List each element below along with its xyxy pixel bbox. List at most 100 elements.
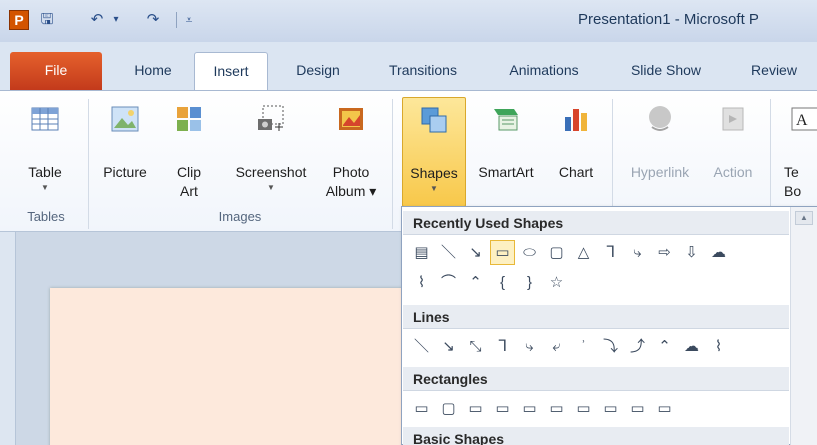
smartart-button[interactable]: SmartArt <box>470 97 542 205</box>
lines-shapes-row: ＼ ↘ ⤡ ᒣ ⤷ ⤶ ʾ ⤵ ⤴ ⌃ ☁ ⌇ <box>410 335 730 359</box>
photo-album-label: Photo <box>332 164 370 180</box>
tab-slide-show[interactable]: Slide Show <box>616 52 716 91</box>
shape-item[interactable]: ▭ <box>572 397 595 420</box>
group-separator <box>392 99 393 229</box>
title-bar: P 🖫 ↶ ▾ ↷ ⩡ Presentation1 - Microsoft P <box>0 0 817 42</box>
shape-item[interactable]: ▭ <box>545 397 568 420</box>
action-button[interactable]: Action <box>704 97 762 205</box>
shapes-button[interactable]: Shapes ▼ <box>402 97 466 207</box>
clip-art-icon <box>177 107 201 131</box>
shape-item[interactable]: } <box>518 271 541 294</box>
shape-item[interactable]: ⇨ <box>653 241 676 264</box>
shape-item[interactable]: ▢ <box>545 241 568 264</box>
table-button[interactable]: Table ▼ <box>14 97 76 205</box>
shape-item[interactable]: ▭ <box>626 397 649 420</box>
chart-icon <box>565 109 587 131</box>
gallery-scrollbar[interactable]: ▲ <box>790 207 817 445</box>
shape-item[interactable]: ↘ <box>437 335 460 358</box>
shape-item[interactable]: ▭ <box>491 397 514 420</box>
shape-item[interactable]: ⤵ <box>599 335 622 358</box>
redo-icon[interactable]: ↷ <box>144 11 162 29</box>
shape-item[interactable]: ⤴ <box>626 335 649 358</box>
shape-item[interactable]: ☆ <box>545 271 568 294</box>
photo-album-button[interactable]: Photo Album ▾ <box>318 97 384 205</box>
shape-item[interactable]: { <box>491 271 514 294</box>
svg-text:A: A <box>796 112 808 129</box>
undo-dropdown-icon[interactable]: ▾ <box>107 11 125 29</box>
text-box-button[interactable]: A Te Bo <box>776 97 817 205</box>
shape-item[interactable]: ᒣ <box>599 241 622 264</box>
shape-item[interactable]: ☁ <box>707 241 730 264</box>
text-box-icon: A <box>791 107 817 131</box>
shapes-label: Shapes <box>410 165 458 181</box>
screenshot-label: Screenshot <box>235 164 307 180</box>
slides-pane <box>0 232 16 445</box>
shape-item[interactable]: ☁ <box>680 335 703 358</box>
tab-insert[interactable]: Insert <box>194 52 268 92</box>
tab-transitions[interactable]: Transitions <box>374 52 472 91</box>
chart-label: Chart <box>558 164 594 180</box>
shape-item[interactable]: ⌒ <box>437 271 460 294</box>
section-header-rectangles: Rectangles <box>403 367 789 391</box>
shape-item[interactable]: ⤡ <box>464 335 487 358</box>
chevron-down-icon: ▼ <box>41 183 49 192</box>
shape-item[interactable]: ⌇ <box>410 271 433 294</box>
picture-button[interactable]: Picture <box>94 97 156 205</box>
smartart-icon <box>494 109 518 131</box>
section-header-recent: Recently Used Shapes <box>403 211 789 235</box>
shape-item[interactable]: ⌃ <box>464 271 487 294</box>
shape-item[interactable]: ⬭ <box>518 241 541 264</box>
shape-item[interactable]: ⌃ <box>653 335 676 358</box>
shape-item[interactable]: △ <box>572 241 595 264</box>
chevron-down-icon: ▼ <box>430 184 438 193</box>
shape-item[interactable]: ＼ <box>437 241 460 264</box>
recent-shapes-row-1: ▤ ＼ ↘ ▭ ⬭ ▢ △ ᒣ ⤷ ⇨ ⇩ ☁ <box>410 240 730 265</box>
screenshot-button[interactable]: Screenshot ▼ <box>226 97 316 205</box>
shape-item[interactable]: ⤷ <box>518 335 541 358</box>
powerpoint-app-icon[interactable]: P <box>9 10 29 30</box>
shape-item[interactable]: ⌇ <box>707 335 730 358</box>
save-icon[interactable]: 🖫 <box>38 11 56 29</box>
tab-file[interactable]: File <box>10 52 102 91</box>
shape-item[interactable]: ▭ <box>653 397 676 420</box>
scroll-up-arrow-icon[interactable]: ▲ <box>795 211 813 225</box>
chart-button[interactable]: Chart <box>546 97 606 205</box>
clip-art-label: Clip <box>176 164 202 180</box>
shape-item[interactable]: ʾ <box>572 335 595 358</box>
undo-icon[interactable]: ↶ <box>88 11 106 29</box>
picture-icon <box>111 106 139 132</box>
shape-item[interactable]: ᒣ <box>491 335 514 358</box>
section-header-lines: Lines <box>403 305 789 329</box>
shape-item[interactable]: ⤶ <box>545 335 568 358</box>
tab-design[interactable]: Design <box>280 52 356 91</box>
shape-item[interactable]: ▭ <box>410 397 433 420</box>
shape-item[interactable]: ▢ <box>437 397 460 420</box>
table-icon <box>31 107 59 131</box>
shape-item[interactable]: ＼ <box>410 335 433 358</box>
qat-separator <box>176 12 177 28</box>
tab-review[interactable]: Review <box>736 52 812 91</box>
screenshot-icon <box>258 105 284 131</box>
picture-label: Picture <box>103 164 147 180</box>
shape-item[interactable]: ▭ <box>464 397 487 420</box>
chevron-down-icon: ▼ <box>267 183 275 192</box>
tab-home[interactable]: Home <box>118 52 188 91</box>
table-label: Table <box>28 164 62 180</box>
photo-album-icon <box>339 108 363 130</box>
shape-item[interactable]: ▭ <box>490 240 515 265</box>
clip-art-button[interactable]: Clip Art <box>164 97 214 205</box>
tab-animations[interactable]: Animations <box>494 52 594 91</box>
shape-item[interactable]: ⇩ <box>680 241 703 264</box>
slide-canvas[interactable] <box>50 288 450 445</box>
group-label-images: Images <box>218 209 262 224</box>
shape-item[interactable]: ▤ <box>410 241 433 264</box>
hyperlink-button[interactable]: Hyperlink <box>620 97 700 205</box>
shape-item[interactable]: ▭ <box>599 397 622 420</box>
smartart-label: SmartArt <box>478 164 534 180</box>
shapes-icon <box>421 107 447 133</box>
shape-item[interactable]: ▭ <box>518 397 541 420</box>
shapes-gallery-dropdown: Recently Used Shapes ▤ ＼ ↘ ▭ ⬭ ▢ △ ᒣ ⤷ ⇨ ⇩ ☁ ⌇ ⌒ ⌃{} ☆… <box>401 206 817 445</box>
shape-item[interactable]: ⤷ <box>626 241 649 264</box>
customize-qat-icon[interactable]: ⩡ <box>180 11 198 29</box>
shape-item[interactable]: ↘ <box>464 241 487 264</box>
